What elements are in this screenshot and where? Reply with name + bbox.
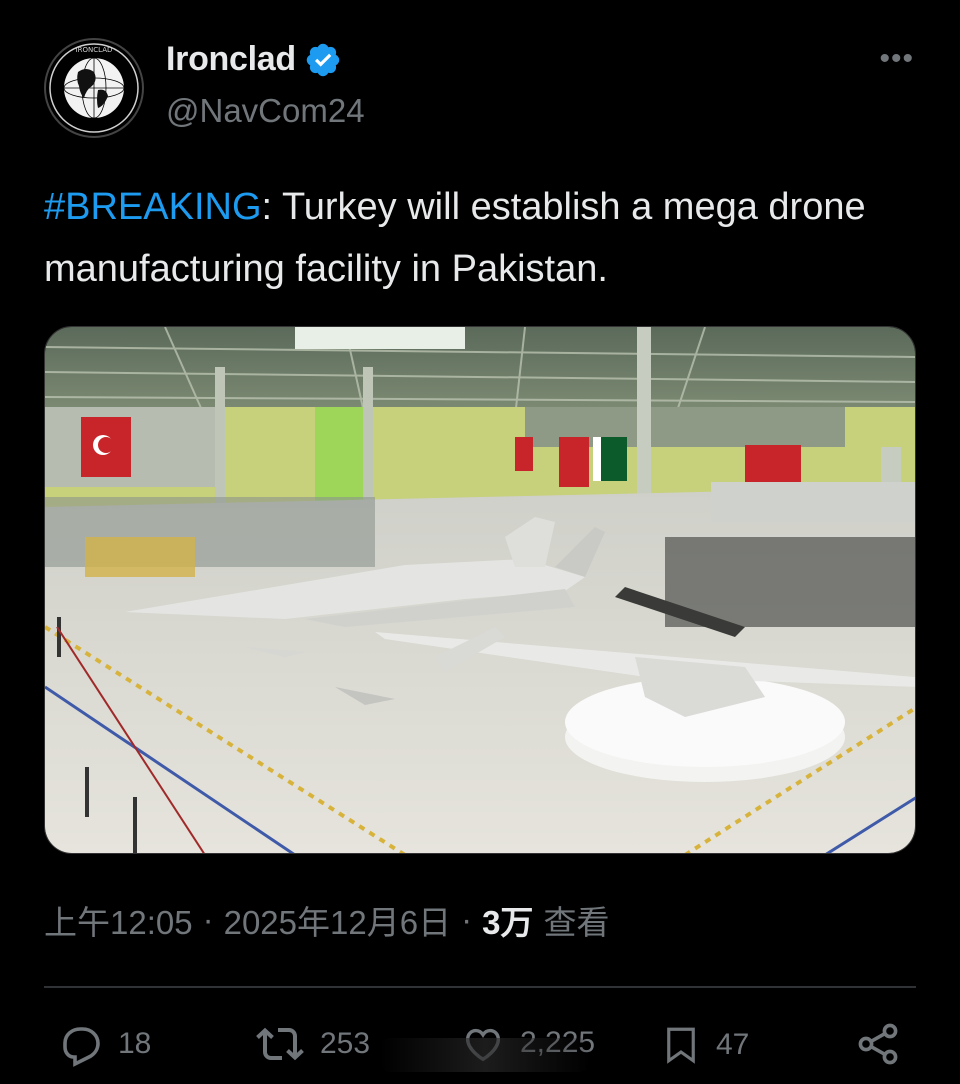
meta-separator: · [461,901,473,938]
more-horizontal-icon[interactable]: ••• [879,44,914,74]
photo-drone-factory [45,327,915,853]
bookmark-icon [667,1027,695,1064]
retweet-icon [256,1027,304,1061]
retweet-count: 253 [320,1027,371,1060]
author-name-row: Ironclad [166,40,342,79]
author-handle[interactable]: @NavCom24 [166,92,365,130]
avatar-logo-text: IRONCLAD [76,46,113,54]
tweet-photo[interactable] [44,326,916,854]
reply-button[interactable]: 18 [56,1020,151,1068]
retweet-button[interactable]: 253 [254,1020,370,1068]
globe-logo-icon: IRONCLAD [48,42,140,134]
tweet-meta: 上午12:05 · 2025年12月6日 · 3万 查看 [44,896,609,944]
author-avatar[interactable]: IRONCLAD [44,38,144,138]
watermark-overlay [380,1038,590,1072]
views-label: 查看 [543,904,610,941]
bookmark-count: 47 [716,1028,750,1061]
author-display-name[interactable]: Ironclad [166,40,296,79]
tweet-time[interactable]: 上午12:05 [44,896,193,944]
views-count: 3万 [482,904,534,941]
reply-count: 18 [118,1027,152,1060]
meta-separator: · [202,901,214,938]
share-icon [858,1023,898,1065]
hashtag-link[interactable]: #BREAKING [44,186,262,228]
tweet-text: #BREAKING: Turkey will establish a mega … [44,176,924,300]
tweet: IRONCLAD Ironclad @NavCom24 ••• #BREAKIN… [0,0,960,1084]
bookmark-button[interactable]: 47 [660,1020,749,1070]
reply-icon [63,1027,100,1067]
share-button[interactable] [854,1020,902,1068]
divider [44,986,916,988]
verified-badge-icon [304,41,342,79]
tweet-date[interactable]: 2025年12月6日 [224,896,451,944]
